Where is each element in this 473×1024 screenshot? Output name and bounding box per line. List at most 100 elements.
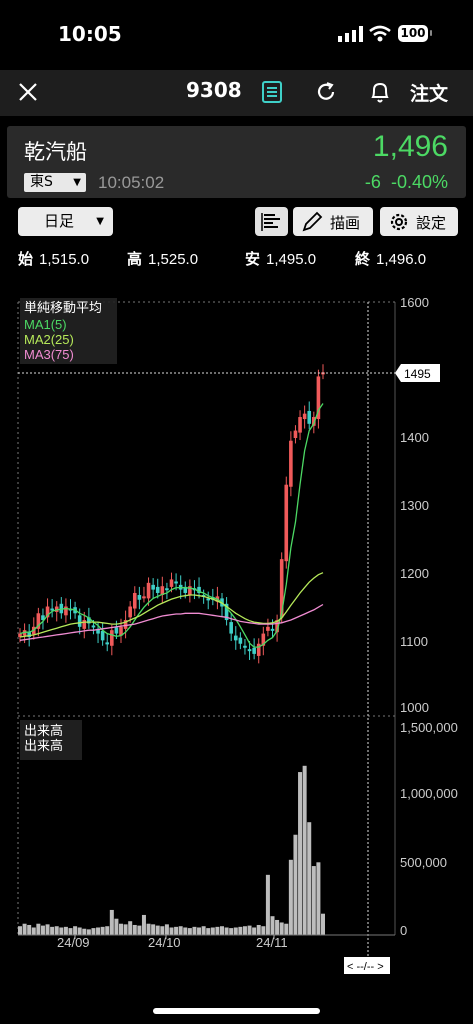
price-tick-label: 1300: [400, 498, 429, 513]
volume-bar: [100, 926, 105, 935]
chevron-down-icon: ▼: [96, 216, 104, 227]
volume-bar: [59, 927, 64, 935]
ohlc-open: 始 1,515.0: [18, 248, 89, 269]
change-value: -6: [364, 172, 381, 192]
draw-button[interactable]: 描画: [293, 207, 373, 236]
crosshair-date-label: < --/-- >: [347, 961, 384, 973]
volume-bar: [197, 927, 202, 935]
volume-bar: [146, 923, 151, 935]
volume-bar: [302, 765, 307, 935]
settings-button[interactable]: 設定: [380, 207, 458, 236]
price-tag-label: 1495: [404, 367, 431, 381]
date-tick-label: 24/11: [256, 935, 288, 950]
volume-bar: [187, 928, 192, 935]
market-select[interactable]: 東S ▼: [24, 173, 86, 192]
volume-tick-label: 500,000: [400, 855, 447, 870]
volume-legend-item: 出来高: [24, 738, 63, 754]
volume-bar: [50, 926, 55, 935]
volume-bar: [307, 822, 312, 935]
volume-bar: [36, 923, 41, 935]
close-icon[interactable]: [18, 82, 38, 102]
volume-legend-item: 出来高: [24, 723, 63, 739]
volume-bar: [54, 926, 59, 935]
candle-body: [82, 620, 87, 629]
volume-bar: [31, 927, 36, 935]
candle-body: [289, 440, 293, 487]
ohlc-close: 終 1,496.0: [355, 248, 426, 269]
volume-bar: [174, 926, 179, 935]
memo-icon[interactable]: [261, 80, 283, 104]
stock-price: 1,496: [372, 130, 448, 163]
change-percent: -0.40%: [390, 172, 448, 192]
volume-bar: [141, 914, 146, 935]
volume-bar: [220, 926, 224, 935]
candle-body: [293, 430, 298, 439]
legends: 単純移動平均MA1(5)MA2(25)MA3(75) 出来高出来高: [20, 298, 117, 760]
candle-body: [64, 606, 68, 616]
candle-body: [174, 581, 178, 584]
indicator-button[interactable]: [255, 207, 288, 236]
indicator-icon: [261, 213, 280, 231]
close-value: 1,496.0: [376, 251, 427, 268]
volume-bar: [45, 924, 50, 935]
candle-body: [270, 628, 275, 631]
candle-body: [266, 626, 270, 631]
bell-icon[interactable]: [369, 80, 391, 104]
low-label: 安: [245, 251, 261, 268]
candle-body: [165, 588, 169, 591]
candle-body: [132, 592, 137, 609]
volume-tick-label: 1,000,000: [400, 786, 458, 801]
pencil-icon: [302, 211, 323, 232]
volume-bar: [114, 918, 119, 935]
volume-bar: [96, 927, 101, 935]
candle-body: [247, 649, 252, 652]
volume-bar: [242, 926, 247, 935]
update-time: 10:05:02: [98, 173, 165, 192]
price-tick-label: 1600: [400, 295, 429, 310]
volume-axis: 1,500,000 1,000,000 500,000 0: [400, 720, 458, 938]
refresh-icon[interactable]: [315, 81, 337, 103]
volume-bar: [316, 862, 321, 935]
candle-body: [169, 579, 174, 587]
volume-bar: [224, 927, 229, 935]
volume-bar: [270, 916, 275, 935]
volume-bar: [22, 923, 27, 935]
volume-bar: [178, 926, 183, 935]
candle-body: [105, 642, 110, 645]
volume-bar: [73, 926, 78, 935]
volume-bar: [63, 926, 68, 935]
volume-bar: [91, 928, 96, 935]
settings-label: 設定: [416, 214, 447, 232]
stock-chart[interactable]: 1600140013001200110010001495 1,500,0001,…: [0, 290, 473, 990]
draw-label: 描画: [330, 214, 361, 232]
candle-body: [256, 643, 261, 656]
signal-icon: [338, 26, 363, 42]
candle-body: [298, 417, 302, 433]
gear-icon: [390, 213, 408, 231]
price-tick-label: 1400: [400, 430, 429, 445]
market-label: 東S: [30, 174, 53, 190]
order-button[interactable]: 注文: [410, 79, 448, 106]
candle-body: [146, 582, 151, 599]
period-select[interactable]: 日足 ▼: [18, 207, 113, 236]
volume-bar: [238, 926, 243, 935]
volume-bar: [123, 924, 128, 935]
candle-body: [243, 645, 247, 648]
volume-bar: [192, 926, 197, 935]
candle-body: [142, 596, 146, 599]
volume-bars: [18, 765, 395, 936]
volume-bar: [210, 927, 215, 935]
volume-bar: [18, 926, 22, 935]
home-indicator: [153, 1008, 320, 1014]
volume-bar: [169, 927, 174, 935]
volume-tick-label: 1,500,000: [400, 720, 458, 735]
ohlc-low: 安 1,495.0: [245, 248, 316, 269]
volume-bar: [109, 909, 114, 935]
stock-name: 乾汽船: [24, 140, 87, 164]
volume-bar: [119, 923, 123, 935]
volume-bar: [27, 924, 32, 935]
volume-bar: [128, 921, 133, 935]
volume-bar: [164, 924, 169, 935]
volume-bar: [275, 919, 280, 935]
candle-body: [238, 637, 243, 644]
